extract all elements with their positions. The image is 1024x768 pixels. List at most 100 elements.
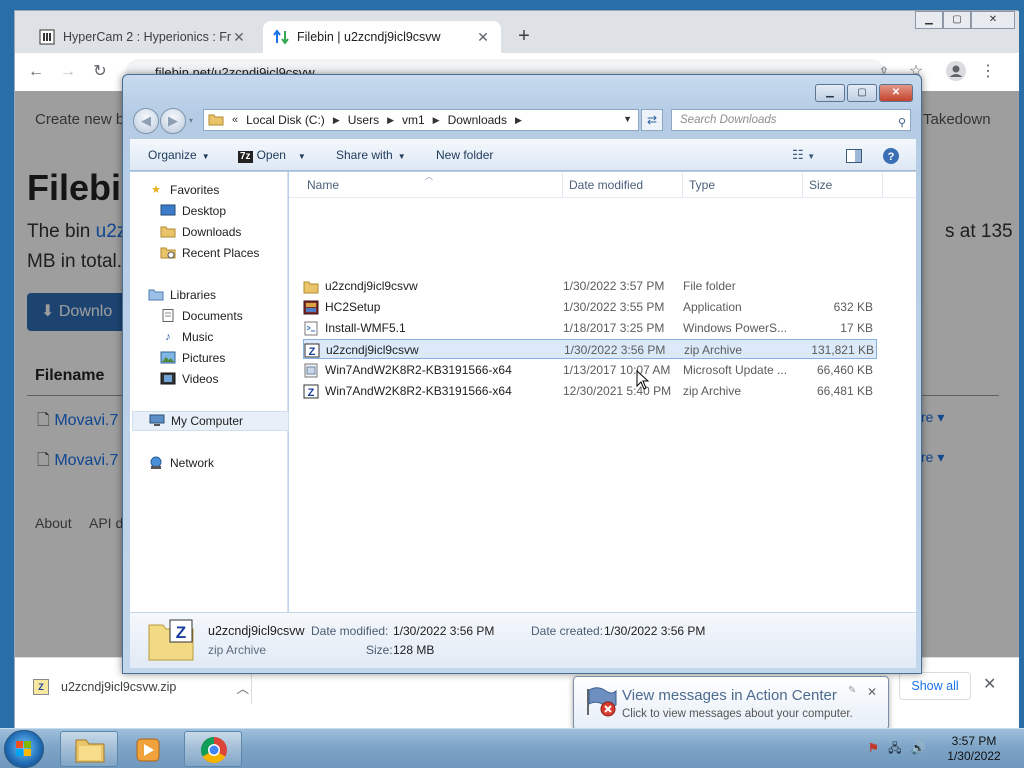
nav-label: Music	[182, 330, 214, 344]
search-icon[interactable]: ⚲	[898, 113, 906, 133]
tab-close-icon[interactable]: ✕	[231, 29, 247, 46]
nav-my-computer[interactable]: My Computer	[132, 411, 289, 431]
chevron-up-icon[interactable]: ︿	[236, 678, 249, 697]
column-label: Name	[307, 178, 340, 192]
shelf-close-icon[interactable]: ✕	[983, 674, 996, 694]
address-breadcrumb[interactable]: « Local Disk (C:) ▶ Users ▶ vm1 ▶ Downlo…	[203, 109, 639, 131]
chrome-icon	[200, 736, 227, 764]
maximize-icon[interactable]: ▢	[943, 11, 971, 29]
navigation-pane: ★ Favorites Desktop Downloads Recent Plac…	[130, 172, 289, 612]
file-row[interactable]: u2zcndj9icl9csvw 1/30/2022 3:57 PM File …	[303, 276, 877, 296]
preview-pane-icon[interactable]	[846, 139, 862, 171]
nav-label: My Computer	[171, 414, 244, 428]
zip-large-icon: Z	[148, 619, 194, 661]
column-type[interactable]: Type	[683, 172, 803, 198]
close-icon[interactable]: ✕	[867, 685, 877, 699]
details-created-value: 1/30/2022 3:56 PM	[604, 624, 706, 638]
wrench-icon[interactable]: ✎	[848, 685, 856, 696]
file-row[interactable]: Z Win7AndW2K8R2-KB3191566-x64 12/30/2021 …	[303, 381, 877, 401]
file-size: 632 KB	[833, 300, 873, 314]
history-dropdown-icon[interactable]: ▾	[189, 116, 193, 125]
column-name[interactable]: Name ︿	[301, 172, 563, 198]
nav-network[interactable]: Network	[148, 453, 305, 473]
file-row[interactable]: Win7AndW2K8R2-KB3191566-x64 1/13/2017 10…	[303, 360, 877, 380]
profile-icon[interactable]	[945, 61, 967, 83]
file-size: 17 KB	[840, 321, 873, 335]
column-size[interactable]: Size	[803, 172, 883, 198]
file-type: File folder	[683, 279, 736, 293]
chevron-right-icon[interactable]: ▶	[515, 115, 522, 126]
svg-text:Z: Z	[309, 346, 316, 358]
taskbar-chrome[interactable]	[184, 731, 242, 767]
file-date: 1/18/2017 3:25 PM	[563, 321, 665, 335]
file-type: zip Archive	[683, 384, 742, 398]
show-all-button[interactable]: Show all	[899, 672, 971, 700]
chevron-down-icon: ▼	[807, 152, 816, 161]
back-icon[interactable]: ◀	[133, 108, 159, 134]
help-icon[interactable]: ?	[882, 139, 900, 171]
start-button[interactable]	[4, 730, 44, 768]
crumb-downloads[interactable]: Downloads	[448, 113, 507, 127]
tab-hypercam[interactable]: HyperCam 2 : Hyperionics : Free ✕	[29, 21, 257, 53]
minimize-icon[interactable]: ▁	[815, 84, 845, 102]
details-created-label: Date created:	[531, 624, 604, 638]
system-tray: ⚑ 🖧 🔊	[868, 739, 926, 760]
close-icon[interactable]: ✕	[879, 84, 913, 102]
file-name: Win7AndW2K8R2-KB3191566-x64	[325, 363, 512, 377]
file-name: Install-WMF5.1	[325, 321, 406, 335]
refresh-icon[interactable]: ⇄	[641, 109, 663, 131]
chevron-right-icon[interactable]: ▶	[433, 115, 440, 126]
column-date[interactable]: Date modified	[563, 172, 683, 198]
recent-places-icon	[160, 246, 176, 260]
zip-icon: Z	[33, 679, 49, 695]
music-icon: ♪	[165, 331, 171, 343]
tab-strip: HyperCam 2 : Hyperionics : Free ✕ Filebi…	[15, 11, 1019, 53]
file-size	[795, 276, 873, 296]
svg-text:Z: Z	[176, 623, 186, 642]
crumb-users[interactable]: Users	[348, 113, 379, 127]
close-icon[interactable]: ✕	[971, 11, 1015, 29]
taskbar-media-player[interactable]	[122, 731, 172, 767]
back-icon[interactable]: ←	[25, 61, 47, 83]
action-center-notification[interactable]: View messages in Action Center Click to …	[573, 676, 889, 730]
menu-icon[interactable]: ⋮	[977, 61, 999, 83]
action-center-flag-icon	[584, 685, 618, 722]
view-icon[interactable]: ☷ ▼	[792, 139, 815, 171]
tab-close-icon[interactable]: ✕	[475, 29, 491, 46]
nav-favorites[interactable]: ★ Favorites	[148, 180, 305, 200]
tab-filebin[interactable]: Filebin | u2zcndj9icl9csvw ✕	[263, 21, 501, 53]
overflow-chevron-icon[interactable]: «	[232, 114, 238, 126]
new-folder-button[interactable]: New folder	[436, 139, 493, 171]
reload-icon[interactable]: ↻	[89, 61, 111, 83]
organize-button[interactable]: Organize ▼	[148, 139, 210, 171]
forward-icon[interactable]: →	[57, 61, 79, 83]
chevron-down-icon[interactable]: ▼	[623, 114, 632, 124]
nav-libraries[interactable]: Libraries	[148, 285, 305, 305]
action-center-tray-icon[interactable]: ⚑	[868, 741, 879, 755]
volume-icon[interactable]: 🔊	[911, 741, 926, 755]
maximize-icon[interactable]: ▢	[847, 84, 877, 102]
download-item[interactable]: Z u2zcndj9icl9csvw.zip ︿	[33, 676, 249, 698]
network-tray-icon[interactable]: 🖧	[888, 741, 901, 755]
forward-icon[interactable]: ▶	[160, 108, 186, 134]
file-list: Name ︿ Date modified Type Size u2zcndj9ic…	[289, 172, 916, 612]
notification-title: View messages in Action Center	[622, 687, 837, 704]
taskbar-explorer[interactable]	[60, 731, 118, 767]
crumb-local-disk[interactable]: Local Disk (C:)	[246, 113, 325, 127]
clock[interactable]: 3:57 PM 1/30/2022	[934, 734, 1014, 764]
file-row-selected[interactable]: Zu2zcndj9icl9csvw 1/30/2022 3:56 PM zip …	[303, 339, 877, 359]
notification-body: Click to view messages about your comput…	[622, 708, 853, 720]
share-with-button[interactable]: Share with ▼	[336, 139, 406, 171]
file-row[interactable]: Install-WMF5.1 1/18/2017 3:25 PM Windows…	[303, 318, 877, 338]
file-row[interactable]: HC2Setup 1/30/2022 3:55 PM Application 6…	[303, 297, 877, 317]
chevron-right-icon[interactable]: ▶	[387, 115, 394, 126]
search-input[interactable]: Search Downloads ⚲	[671, 109, 911, 131]
crumb-vm1[interactable]: vm1	[402, 113, 425, 127]
computer-icon	[149, 414, 165, 428]
minimize-icon[interactable]: ▁	[915, 11, 943, 29]
new-tab-button[interactable]: +	[513, 25, 535, 48]
chevron-right-icon[interactable]: ▶	[333, 115, 340, 126]
file-size: 66,481 KB	[816, 384, 873, 398]
open-button[interactable]: 7z Open ▼	[238, 139, 306, 171]
command-bar: Organize ▼ 7z Open ▼ Share with ▼ New folder…	[130, 139, 916, 171]
